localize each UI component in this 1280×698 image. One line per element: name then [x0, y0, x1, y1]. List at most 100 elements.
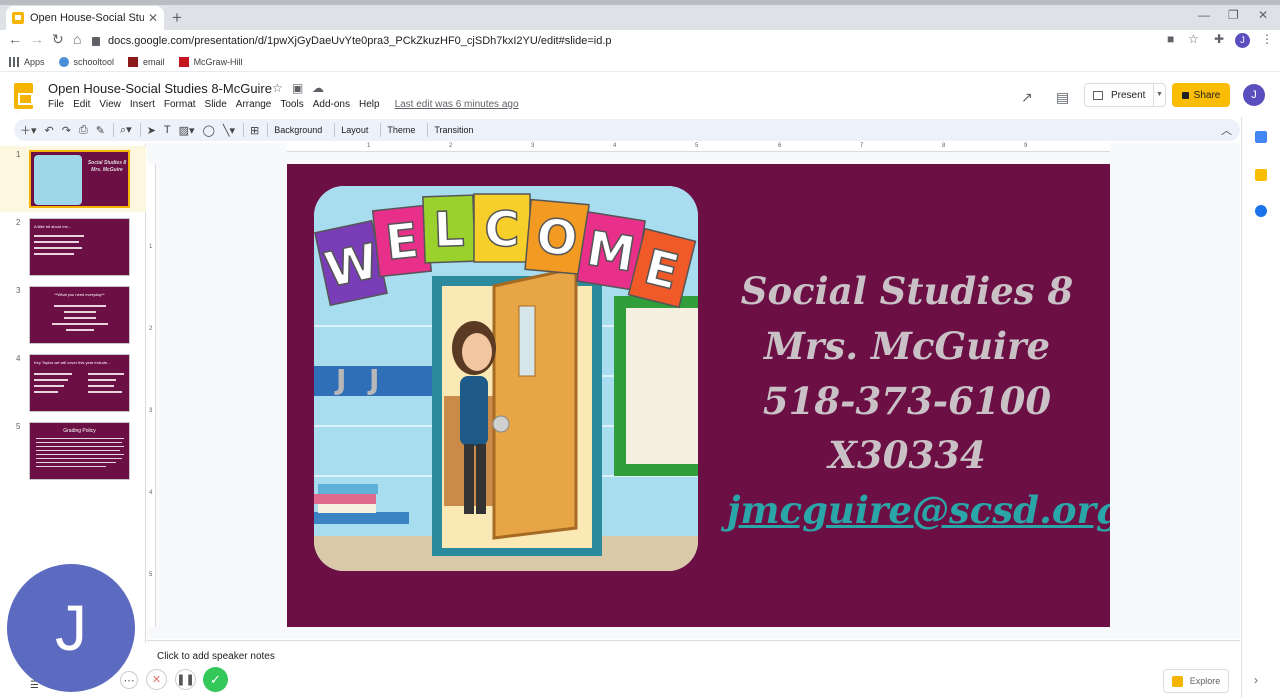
transition-button[interactable]: Transition — [434, 125, 473, 135]
slide-number: 2 — [16, 218, 21, 227]
thumb-title: A little bit about me... — [34, 224, 72, 229]
collapse-toolbar-chevron-icon[interactable]: ︿ — [1221, 122, 1232, 138]
end-call-icon[interactable]: ✕ — [146, 669, 167, 690]
line-icon[interactable]: ╲▾ — [223, 124, 235, 137]
explore-label: Explore — [1189, 676, 1221, 686]
filmstrip-slide-5[interactable]: 5 Grading Policy — [0, 418, 146, 484]
image-icon[interactable]: ▨▾ — [179, 124, 195, 137]
paint-format-icon[interactable]: ✎ — [96, 124, 105, 137]
present-icon — [1093, 90, 1103, 100]
print-icon[interactable]: ⎙ — [79, 124, 88, 137]
bookmark-email[interactable]: email — [128, 56, 165, 67]
extensions-icon[interactable]: ✚ — [1214, 32, 1224, 46]
new-slide-icon[interactable]: ＋▾ — [20, 122, 37, 138]
restore-icon[interactable]: ❐ — [1228, 8, 1239, 22]
theme-button[interactable]: Theme — [387, 125, 415, 135]
welcome-illustration[interactable]: J J W E L C O M E — [314, 186, 698, 571]
document-title[interactable]: Open House-Social Studies 8-McGuire — [48, 81, 272, 96]
minimize-icon[interactable]: — — [1198, 8, 1210, 22]
horizontal-ruler[interactable]: 1 2 3 4 5 6 7 8 9 — [287, 143, 1110, 152]
email-link[interactable]: jmcguire@scsd.org — [727, 483, 1110, 538]
redo-icon[interactable]: ↷ — [62, 124, 71, 137]
chrome-menu-icon[interactable]: ⋮ — [1261, 32, 1273, 46]
explore-icon — [1171, 675, 1183, 687]
slide-number: 4 — [16, 354, 21, 363]
svg-text:C: C — [484, 202, 519, 258]
course-line: Social Studies 8 — [740, 269, 1074, 313]
ruler-tick-label: 1 — [149, 244, 153, 250]
current-slide[interactable]: J J W E L C O M E Social Studies 8 Mrs. … — [287, 164, 1110, 627]
menu-insert[interactable]: Insert — [130, 99, 155, 110]
shape-icon[interactable]: ◯ — [203, 124, 215, 137]
filmstrip-slide-2[interactable]: 2 A little bit about me... — [0, 214, 146, 280]
chrome-profile-avatar[interactable]: J — [1235, 33, 1250, 48]
account-avatar[interactable]: J — [1243, 84, 1265, 106]
background-button[interactable]: Background — [274, 125, 322, 135]
menu-slide[interactable]: Slide — [205, 99, 227, 110]
menu-help[interactable]: Help — [359, 99, 380, 110]
apps-grid-icon — [9, 56, 19, 67]
bookmark-star-icon[interactable]: ☆ — [1188, 32, 1199, 46]
menu-format[interactable]: Format — [164, 99, 196, 110]
home-icon[interactable]: ⌂ — [73, 31, 81, 47]
bookmark-mcgraw-hill[interactable]: McGraw-Hill — [178, 56, 243, 67]
zoom-icon[interactable]: ⌕▾ — [120, 123, 132, 137]
share-button[interactable]: Share — [1172, 83, 1230, 107]
close-tab-icon[interactable]: ✕ — [148, 11, 158, 25]
speaker-notes[interactable]: Click to add speaker notes — [147, 640, 1240, 698]
svg-text:L: L — [433, 201, 466, 258]
menu-arrange[interactable]: Arrange — [236, 99, 272, 110]
menu-edit[interactable]: Edit — [73, 99, 90, 110]
bookmark-apps[interactable]: Apps — [9, 56, 45, 67]
star-icon[interactable]: ☆ — [272, 81, 283, 95]
expand-side-panel-chevron-icon[interactable]: › — [1254, 673, 1258, 687]
slide-thumbnail: **What you need everyday** — [29, 286, 130, 344]
move-folder-icon[interactable]: ▣ — [292, 81, 303, 95]
google-slides-logo-icon[interactable] — [14, 83, 33, 109]
window-close-icon[interactable]: ✕ — [1258, 8, 1268, 22]
toolbar-divider — [139, 123, 141, 137]
share-label: Share — [1193, 89, 1221, 101]
last-edit-link[interactable]: Last edit was 6 minutes ago — [395, 99, 519, 110]
pause-icon[interactable]: ❚❚ — [175, 669, 196, 690]
new-tab-button[interactable]: + — [172, 8, 182, 28]
forward-icon[interactable]: → — [30, 31, 44, 47]
present-button[interactable]: Present ▼ — [1084, 83, 1166, 107]
menu-view[interactable]: View — [99, 99, 121, 110]
undo-icon[interactable]: ↶ — [45, 124, 54, 137]
keep-icon[interactable] — [1255, 169, 1267, 181]
text-box-icon[interactable]: T — [164, 124, 171, 136]
url-field[interactable]: docs.google.com/presentation/d/1pwXjGyDa… — [92, 31, 1142, 51]
filmstrip-slide-3[interactable]: 3 **What you need everyday** — [0, 282, 146, 348]
menu-add-ons[interactable]: Add-ons — [313, 99, 350, 110]
layout-button[interactable]: Layout — [341, 125, 368, 135]
select-cursor-icon[interactable]: ➤ — [147, 124, 156, 137]
explore-button[interactable]: Explore — [1163, 669, 1229, 693]
confirm-check-icon[interactable]: ✓ — [203, 667, 228, 692]
camera-icon[interactable]: ■ — [1167, 32, 1174, 46]
more-options-icon[interactable]: ⋯ — [120, 671, 138, 689]
reload-icon[interactable]: ↻ — [52, 31, 64, 48]
comments-icon[interactable]: ▤ — [1056, 89, 1069, 106]
vertical-ruler[interactable]: 1 2 3 4 5 — [147, 164, 156, 627]
browser-tab[interactable]: Open House-Social Studies 8-M ✕ — [6, 6, 164, 30]
slide-contact-text[interactable]: Social Studies 8 Mrs. McGuire 518-373-61… — [727, 264, 1110, 538]
mcgraw-hill-icon — [178, 56, 189, 67]
call-participant-avatar[interactable]: J — [7, 564, 135, 692]
tasks-icon[interactable] — [1255, 205, 1267, 217]
toolbar-divider — [113, 123, 114, 137]
ruler-tick-label: 3 — [531, 143, 535, 149]
menu-file[interactable]: File — [48, 99, 64, 110]
comment-add-icon[interactable]: ⊞ — [250, 124, 259, 137]
activity-trend-icon[interactable]: ↗ — [1021, 89, 1033, 106]
present-options-chevron-icon[interactable]: ▼ — [1153, 84, 1165, 106]
filmstrip-slide-1[interactable]: 1 Social Studies 8 Mrs. McGuire — [0, 146, 146, 212]
calendar-icon[interactable] — [1255, 131, 1267, 143]
slide-thumbnail: Social Studies 8 Mrs. McGuire — [29, 150, 130, 208]
tab-title: Open House-Social Studies 8-M — [30, 12, 144, 24]
back-icon[interactable]: ← — [8, 31, 22, 47]
filmstrip-slide-4[interactable]: 4 Key Topics we will cover this year inc… — [0, 350, 146, 416]
menu-tools[interactable]: Tools — [280, 99, 303, 110]
ruler-tick-label: 2 — [149, 326, 153, 332]
bookmark-schooltool[interactable]: schooltool — [58, 56, 114, 67]
